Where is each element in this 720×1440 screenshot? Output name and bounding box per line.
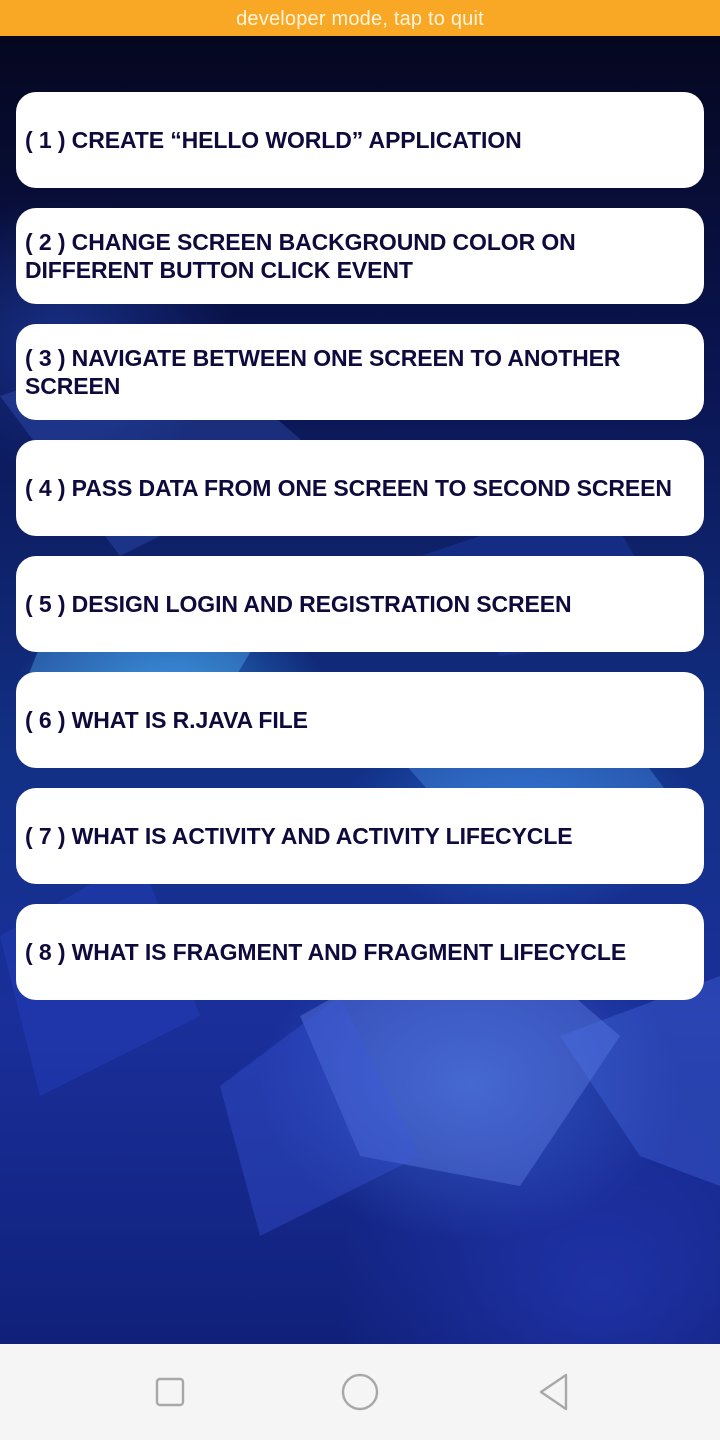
topic-item-label: ( 7 ) WHAT IS ACTIVITY AND ACTIVITY LIFE… bbox=[25, 823, 573, 849]
recents-button[interactable] bbox=[146, 1368, 194, 1416]
topic-item-3[interactable]: ( 3 ) NAVIGATE BETWEEN ONE SCREEN TO ANO… bbox=[16, 324, 704, 420]
app-screen: developer mode, tap to quit ( 1 ) CREATE… bbox=[0, 0, 720, 1440]
topic-item-label: ( 2 ) CHANGE SCREEN BACKGROUND COLOR ON … bbox=[25, 229, 576, 283]
developer-mode-banner[interactable]: developer mode, tap to quit bbox=[0, 0, 720, 36]
topic-item-5[interactable]: ( 5 ) DESIGN LOGIN AND REGISTRATION SCRE… bbox=[16, 556, 704, 652]
home-button[interactable] bbox=[336, 1368, 384, 1416]
topic-item-label: ( 8 ) WHAT IS FRAGMENT AND FRAGMENT LIFE… bbox=[25, 939, 627, 965]
topic-item-7[interactable]: ( 7 ) WHAT IS ACTIVITY AND ACTIVITY LIFE… bbox=[16, 788, 704, 884]
triangle-back-icon bbox=[539, 1373, 568, 1411]
topic-item-label: ( 5 ) DESIGN LOGIN AND REGISTRATION SCRE… bbox=[25, 591, 572, 617]
back-button[interactable] bbox=[530, 1368, 578, 1416]
topic-list: ( 1 ) CREATE “HELLO WORLD” APPLICATION (… bbox=[16, 92, 704, 1020]
topic-item-4[interactable]: ( 4 ) PASS DATA FROM ONE SCREEN TO SECON… bbox=[16, 440, 704, 536]
topic-item-2[interactable]: ( 2 ) CHANGE SCREEN BACKGROUND COLOR ON … bbox=[16, 208, 704, 304]
topic-item-label: ( 1 ) CREATE “HELLO WORLD” APPLICATION bbox=[25, 127, 522, 153]
topic-item-6[interactable]: ( 6 ) WHAT IS R.JAVA FILE bbox=[16, 672, 704, 768]
square-icon bbox=[155, 1377, 185, 1407]
topic-item-label: ( 6 ) WHAT IS R.JAVA FILE bbox=[25, 707, 308, 733]
topic-item-1[interactable]: ( 1 ) CREATE “HELLO WORLD” APPLICATION bbox=[16, 92, 704, 188]
navigation-bar bbox=[0, 1344, 720, 1440]
topic-item-label: ( 4 ) PASS DATA FROM ONE SCREEN TO SECON… bbox=[25, 475, 672, 501]
topic-item-8[interactable]: ( 8 ) WHAT IS FRAGMENT AND FRAGMENT LIFE… bbox=[16, 904, 704, 1000]
topic-item-label: ( 3 ) NAVIGATE BETWEEN ONE SCREEN TO ANO… bbox=[25, 345, 621, 399]
circle-icon bbox=[341, 1373, 379, 1411]
